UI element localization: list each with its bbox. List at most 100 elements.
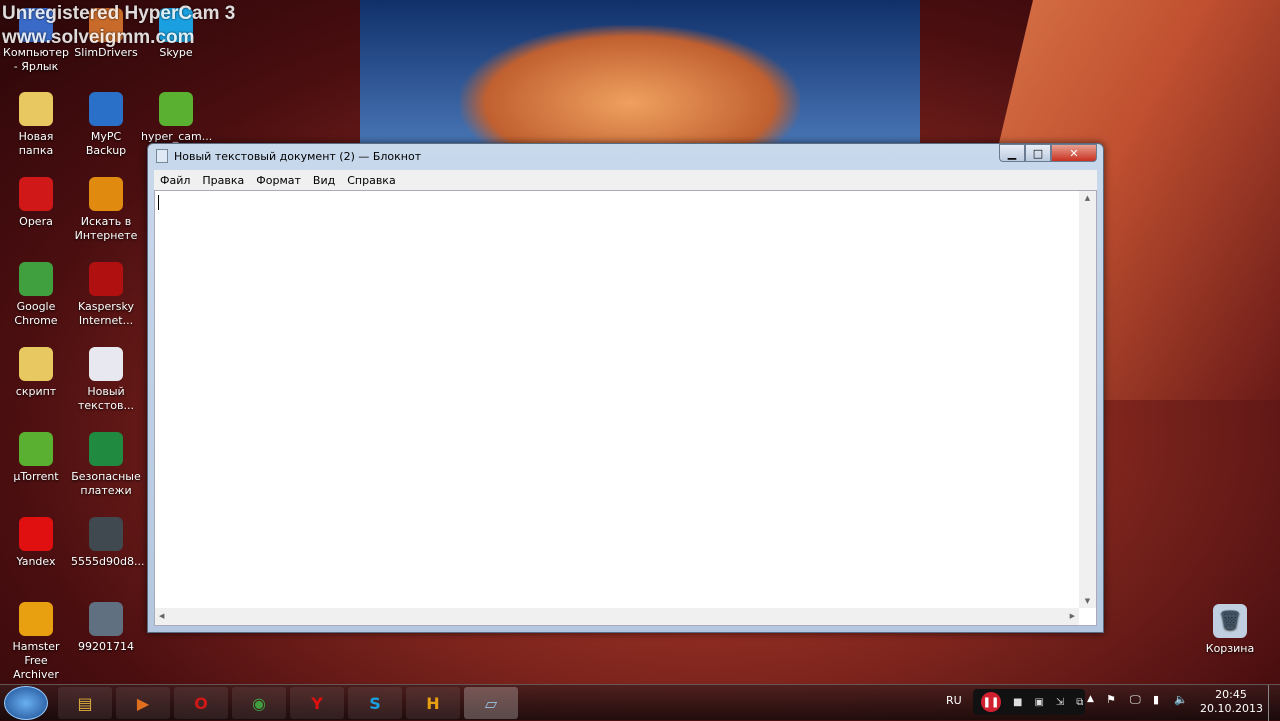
clock-date: 20.10.2013 [1200,702,1263,715]
minimize-button[interactable]: ▁ [999,144,1025,162]
desktop-icon[interactable]: Безопасные платежи [71,432,141,498]
icon-label: Новый текстов... [78,385,134,412]
stop-icon[interactable]: ■ [1013,697,1022,708]
icon-label: 99201714 [78,640,134,653]
desktop-icon[interactable]: Новый текстов... [71,347,141,413]
icon-label: Yandex [16,555,56,568]
desktop-icon[interactable]: Искать в Интернете [71,177,141,243]
icon-label: Новая папка [18,130,54,157]
taskbar-hamster-button[interactable]: H [406,687,460,719]
menu-bar: Файл Правка Формат Вид Справка [154,170,1097,190]
icon-label: MyPC Backup [85,130,127,157]
horizontal-scrollbar[interactable]: ◀ ▶ [155,608,1079,625]
text-caret [158,195,159,210]
desktop-icon[interactable]: Opera [1,177,71,229]
hamster-icon [19,602,53,636]
show-desktop-button[interactable] [1268,685,1280,721]
folder-icon [19,347,53,381]
action-center-flag-icon[interactable]: ⚑ [1106,693,1116,706]
notepad-icon [156,149,168,163]
recycle-bin-icon: 🗑 [1213,604,1247,638]
opera-icon: O [194,693,208,713]
maximize-button[interactable]: □ [1025,144,1051,162]
desktop-icon[interactable]: 5555d90d8... [71,517,145,569]
title-bar[interactable]: Новый текстовый документ (2) — Блокнот [148,144,1103,168]
clock[interactable]: 20:45 20.10.2013 [1200,688,1263,716]
desktop-icon[interactable]: Kaspersky Internet... [71,262,141,328]
menu-view[interactable]: Вид [307,174,341,187]
network-icon[interactable]: 🖵 [1130,693,1141,707]
utorrent-icon [19,432,53,466]
icon-label: скрипт [15,385,57,398]
notepad-icon: ▱ [484,693,498,713]
taskbar-skype-button[interactable]: S [348,687,402,719]
text-area[interactable]: ▲ ▼ ◀ ▶ [154,190,1097,626]
watermark: Unregistered HyperCam 3 www.solveigmm.com [2,3,236,48]
icon-label: Opera [19,215,53,228]
chrome-icon [19,262,53,296]
show-hidden-icons[interactable]: ▲ [1087,694,1094,704]
taskbar-explorer-button[interactable]: ▤ [58,687,112,719]
desktop-icon[interactable]: hyper_cam... [141,92,213,144]
utorrent-icon [159,92,193,126]
yandex-icon [19,517,53,551]
icon-label: µTorrent [13,470,59,483]
icon-label: Безопасные платежи [71,470,141,497]
image-file-icon [89,602,123,636]
pause-icon[interactable]: ❚❚ [981,692,1001,712]
language-indicator[interactable]: RU [946,694,962,707]
desktop-icon[interactable]: MyPC Backup [71,92,141,158]
icon-label: 5555d90d8... [71,555,145,568]
screenshot-icon[interactable]: ▣ [1034,697,1043,708]
hamster-icon: H [426,693,440,713]
icon-label: Компьютер - Ярлык [3,46,69,73]
start-button[interactable] [4,686,48,720]
taskbar-media-player-button[interactable]: ▶ [116,687,170,719]
icon-label: Google Chrome [14,300,58,327]
window-icon[interactable]: ⧉ [1076,697,1083,708]
power-icon[interactable]: ▮ [1153,693,1159,706]
icon-label: hyper_cam... [141,130,213,143]
chrome-icon: ◉ [252,693,266,713]
explorer-icon: ▤ [77,693,93,713]
menu-edit[interactable]: Правка [196,174,250,187]
desktop-icon-recycle-bin[interactable]: 🗑 Корзина [1195,604,1265,656]
safe-payment-icon [89,432,123,466]
search-web-icon [89,177,123,211]
backup-icon [89,92,123,126]
taskbar: ▤ ▶ O ◉ Y S H ▱ RU ❚❚ ■ ▣ ⇲ ⧉ ▲ ⚑ 🖵 ▮ 🔈 20:45 20.10… [0,684,1280,721]
taskbar-yandex-button[interactable]: Y [290,687,344,719]
desktop-icon[interactable]: Yandex [1,517,71,569]
clock-time: 20:45 [1215,688,1247,701]
menu-format[interactable]: Формат [250,174,307,187]
notepad-window: Новый текстовый документ (2) — Блокнот ▁… [147,143,1104,633]
menu-file[interactable]: Файл [154,174,196,187]
desktop-icon[interactable]: скрипт [1,347,71,399]
desktop-icon[interactable]: Google Chrome [1,262,71,328]
volume-icon[interactable]: 🔈 [1174,693,1188,706]
taskbar-notepad-button[interactable]: ▱ [464,687,518,719]
icon-label: Hamster Free Archiver [12,640,60,681]
text-file-icon [89,347,123,381]
icon-label: Kaspersky Internet... [78,300,134,327]
desktop-icon[interactable]: µTorrent [1,432,71,484]
icon-label: Корзина [1205,642,1255,655]
wallpaper-rock [460,25,800,155]
yandex-icon: Y [311,693,323,713]
desktop-icon[interactable]: 99201714 [71,602,141,654]
region-icon[interactable]: ⇲ [1056,697,1064,708]
close-button[interactable]: ✕ [1051,144,1097,162]
skype-icon: S [369,693,381,713]
media-player-icon: ▶ [136,693,150,713]
vertical-scrollbar[interactable]: ▲ ▼ [1079,191,1096,608]
hypercam-toolbar: ❚❚ ■ ▣ ⇲ ⧉ [973,689,1085,715]
menu-help[interactable]: Справка [341,174,401,187]
taskbar-chrome-button[interactable]: ◉ [232,687,286,719]
folder-icon [19,92,53,126]
opera-icon [19,177,53,211]
desktop-icon[interactable]: Новая папка [1,92,71,158]
image-file-icon [89,517,123,551]
desktop-icon[interactable]: Hamster Free Archiver [1,602,71,682]
window-title: Новый текстовый документ (2) — Блокнот [174,149,422,163]
taskbar-opera-button[interactable]: O [174,687,228,719]
